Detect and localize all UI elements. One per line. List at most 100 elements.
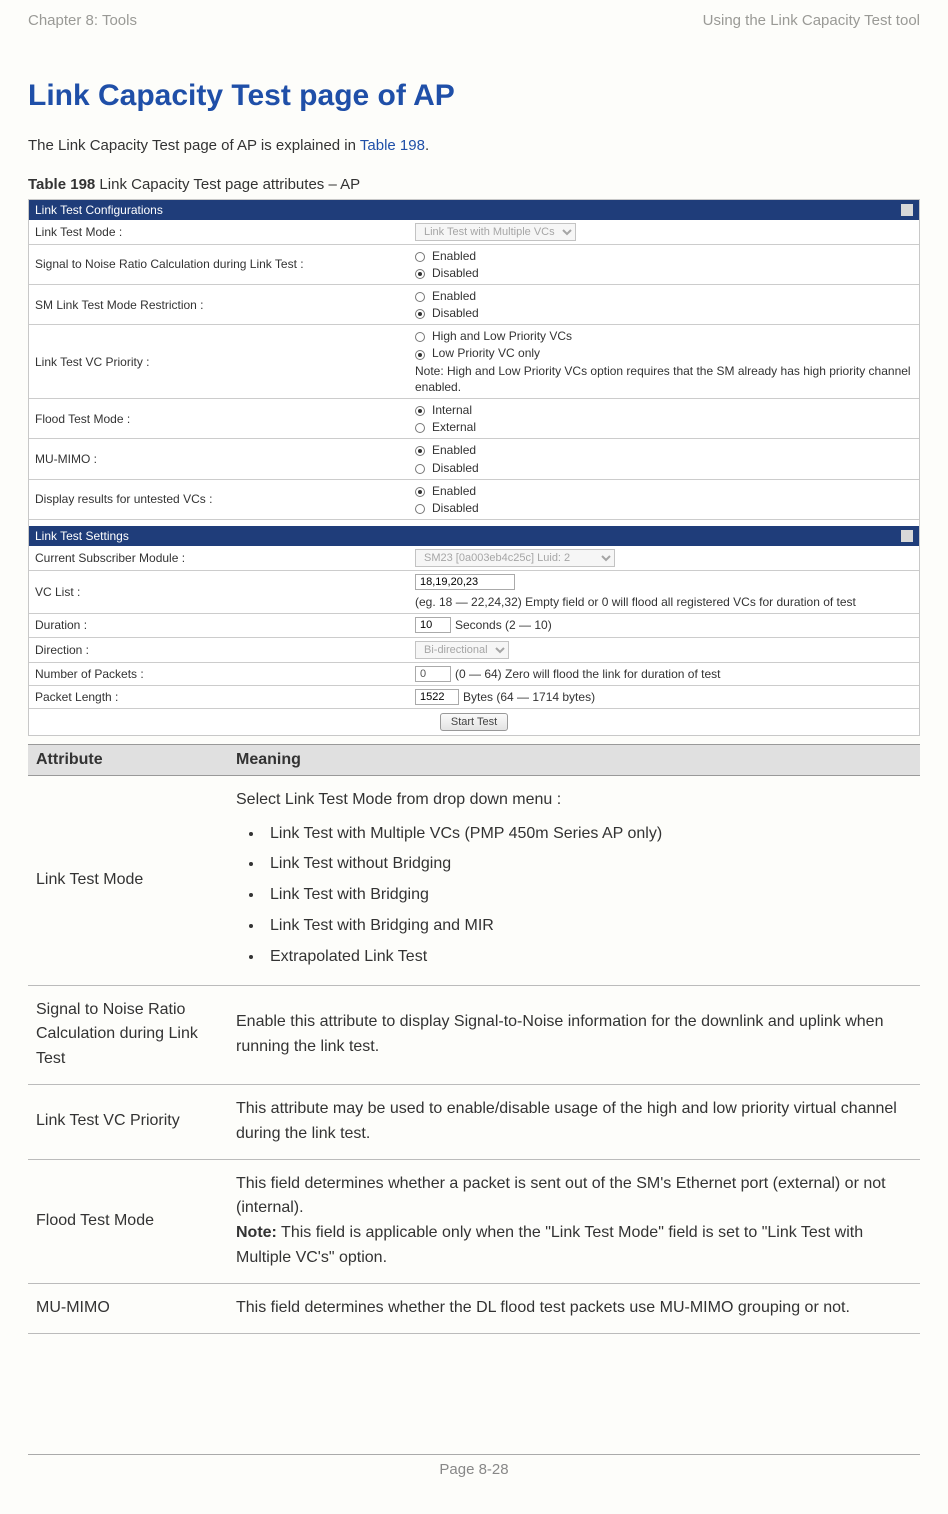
caption-rest: Link Capacity Test page attributes – AP [95,176,360,193]
label-current-sm: Current Subscriber Module : [29,548,409,568]
input-num-packets[interactable] [415,666,451,682]
hint-packet-length: Bytes (64 — 1714 bytes) [463,689,595,705]
label-direction: Direction : [29,640,409,660]
bullet-list: Link Test with Multiple VCs (PMP 450m Se… [236,819,912,973]
radio-icon [415,504,425,514]
section-heading: Link Capacity Test page of AP [28,79,920,113]
row-num-packets: Number of Packets : (0 — 64) Zero will f… [29,663,919,686]
radio-snr-disabled[interactable]: Disabled [415,265,913,281]
collapse-icon[interactable] [901,204,913,216]
attr-flood-mode: Flood Test Mode [28,1159,228,1283]
note-label: Note: [236,1224,277,1241]
collapse-icon[interactable] [901,530,913,542]
panel-link-test-config-header: Link Test Configurations [29,200,919,220]
attr-vc-priority: Link Test VC Priority [28,1085,228,1160]
table-row: Flood Test Mode This field determines wh… [28,1159,920,1283]
list-item: Link Test with Bridging and MIR [264,911,912,942]
radio-icon [415,406,425,416]
list-item: Extrapolated Link Test [264,942,912,973]
label-duration: Duration : [29,615,409,635]
radio-display-enabled[interactable]: Enabled [415,483,913,499]
row-flood-mode: Flood Test Mode : Internal External [29,399,919,439]
label-mumimo: MU-MIMO : [29,449,409,469]
label-link-test-mode: Link Test Mode : [29,222,409,242]
hint-num-packets: (0 — 64) Zero will flood the link for du… [455,666,720,682]
radio-icon [415,423,425,433]
radio-snr-enabled[interactable]: Enabled [415,248,913,264]
row-snr-calc: Signal to Noise Ratio Calculation during… [29,245,919,285]
list-item: Link Test with Bridging [264,880,912,911]
attr-link-test-mode: Link Test Mode [28,775,228,985]
row-duration: Duration : Seconds (2 — 10) [29,614,919,637]
label-snr-calc: Signal to Noise Ratio Calculation during… [29,254,409,274]
col-attribute: Attribute [28,744,228,775]
label-vc-priority: Link Test VC Priority : [29,352,409,372]
label-vc-list: VC List : [29,582,409,602]
radio-icon [415,464,425,474]
vc-priority-note: Note: High and Low Priority VCs option r… [415,363,913,395]
radio-mumimo-disabled[interactable]: Disabled [415,460,913,476]
row-start-test: Start Test [29,709,919,735]
radio-display-disabled[interactable]: Disabled [415,500,913,516]
page-footer: Page 8-28 [28,1454,920,1478]
page-number: Page 8-28 [439,1461,508,1478]
radio-vc-highlow[interactable]: High and Low Priority VCs [415,328,913,344]
row-current-sm: Current Subscriber Module : SM23 [0a003e… [29,546,919,571]
radio-mumimo-enabled[interactable]: Enabled [415,442,913,458]
radio-smrestrict-disabled[interactable]: Disabled [415,305,913,321]
label-num-packets: Number of Packets : [29,664,409,684]
radio-icon [415,487,425,497]
table-caption: Table 198 Link Capacity Test page attrib… [28,176,920,193]
radio-vc-low[interactable]: Low Priority VC only [415,345,913,361]
panel1-title: Link Test Configurations [35,203,163,217]
radio-flood-external[interactable]: External [415,419,913,435]
header-right: Using the Link Capacity Test tool [703,12,920,29]
attribute-table: Attribute Meaning Link Test Mode Select … [28,744,920,1334]
list-item: Link Test without Bridging [264,849,912,880]
attr-snr: Signal to Noise Ratio Calculation during… [28,985,228,1084]
row-direction: Direction : Bi-directional [29,638,919,663]
select-link-test-mode[interactable]: Link Test with Multiple VCs [415,223,576,241]
radio-icon [415,309,425,319]
table-row: Link Test Mode Select Link Test Mode fro… [28,775,920,985]
input-duration[interactable] [415,617,451,633]
panel2-title: Link Test Settings [35,529,129,543]
table-row: MU-MIMO This field determines whether th… [28,1283,920,1333]
label-display-untested: Display results for untested VCs : [29,489,409,509]
meaning-link-test-mode: Select Link Test Mode from drop down men… [228,775,920,985]
radio-icon [415,292,425,302]
intro-post: . [425,137,429,154]
table-row: Link Test VC Priority This attribute may… [28,1085,920,1160]
header-left: Chapter 8: Tools [28,12,137,29]
meaning-snr: Enable this attribute to display Signal-… [228,985,920,1084]
label-sm-restriction: SM Link Test Mode Restriction : [29,295,409,315]
meaning-vc-priority: This attribute may be used to enable/dis… [228,1085,920,1160]
radio-icon [415,269,425,279]
hint-vc-list: (eg. 18 — 22,24,32) Empty field or 0 wil… [415,594,856,610]
select-direction[interactable]: Bi-directional [415,641,509,659]
row-sm-restriction: SM Link Test Mode Restriction : Enabled … [29,285,919,325]
caption-bold: Table 198 [28,176,95,193]
hint-duration: Seconds (2 — 10) [455,617,552,633]
intro-pre: The Link Capacity Test page of AP is exp… [28,137,360,154]
select-current-sm[interactable]: SM23 [0a003eb4c25c] Luid: 2 [415,549,615,567]
radio-flood-internal[interactable]: Internal [415,402,913,418]
radio-icon [415,252,425,262]
attr-mumimo: MU-MIMO [28,1283,228,1333]
radio-smrestrict-enabled[interactable]: Enabled [415,288,913,304]
meaning-flood-mode: This field determines whether a packet i… [228,1159,920,1283]
table-ref-link[interactable]: Table 198 [360,137,425,154]
label-flood-mode: Flood Test Mode : [29,409,409,429]
radio-icon [415,350,425,360]
radio-icon [415,446,425,456]
start-test-button[interactable]: Start Test [440,713,508,731]
screenshot-figure: Link Test Configurations Link Test Mode … [28,199,920,736]
intro-text: The Link Capacity Test page of AP is exp… [28,135,920,158]
table-row: Signal to Noise Ratio Calculation during… [28,985,920,1084]
meaning-mumimo: This field determines whether the DL flo… [228,1283,920,1333]
input-vc-list[interactable] [415,574,515,590]
input-packet-length[interactable] [415,689,459,705]
col-meaning: Meaning [228,744,920,775]
label-packet-length: Packet Length : [29,687,409,707]
row-packet-length: Packet Length : Bytes (64 — 1714 bytes) [29,686,919,709]
